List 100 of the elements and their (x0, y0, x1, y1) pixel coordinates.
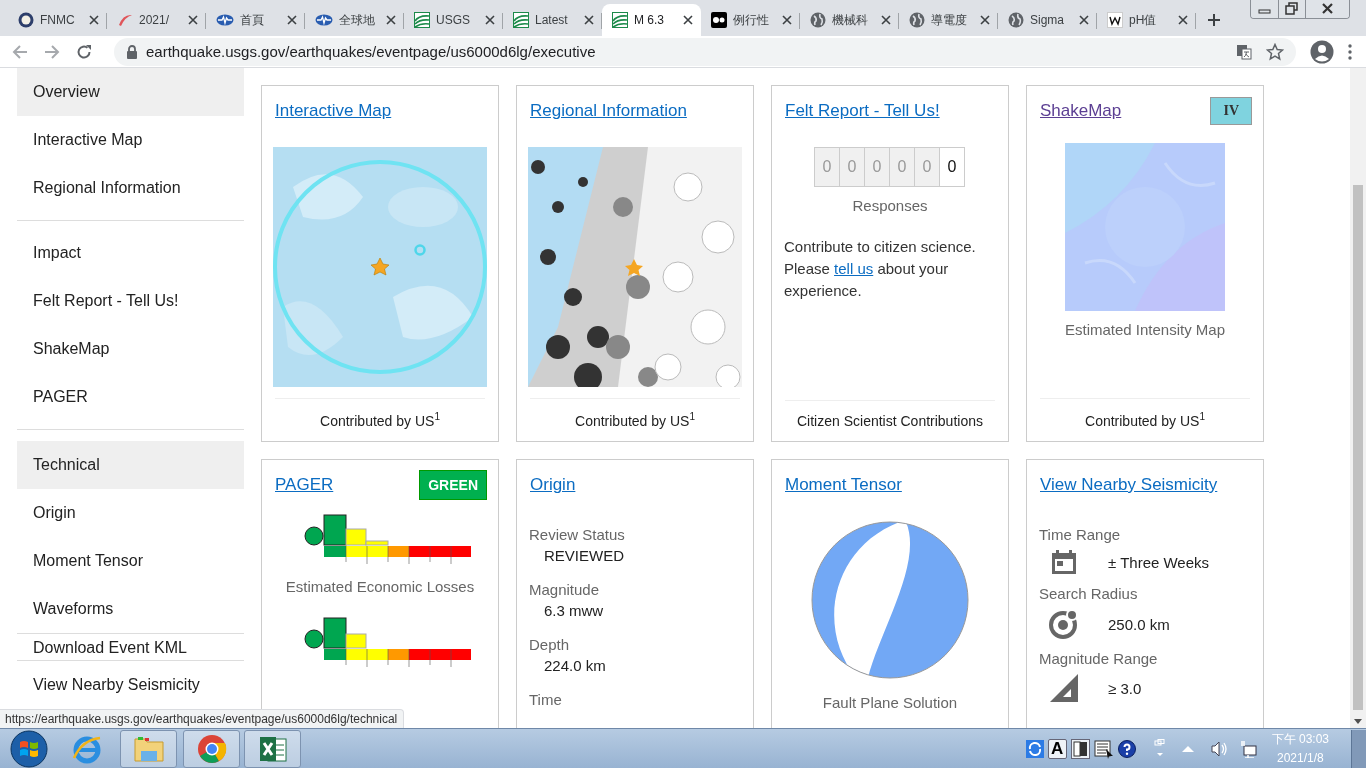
close-icon[interactable] (780, 13, 794, 27)
browser-tab[interactable]: 例行性 (701, 4, 800, 36)
sidebar-item[interactable]: Overview (17, 68, 244, 116)
card-footer: Contributed by US$^{1}$ (530, 398, 740, 441)
sidebar-item[interactable]: Interactive Map (17, 116, 244, 164)
triangle-icon (1049, 673, 1079, 703)
sidebar-item[interactable]: Moment Tensor (17, 537, 244, 585)
close-icon[interactable] (879, 13, 893, 27)
browser-tab[interactable]: FNMC (8, 4, 107, 36)
waves-icon (612, 12, 628, 28)
description-text: Contribute to citizen science. Please tell us about your experience. (784, 237, 977, 301)
card-title-link[interactable]: Interactive Map (275, 101, 392, 121)
close-icon[interactable] (582, 13, 596, 27)
field-label: Depth (529, 636, 571, 653)
browser-tab[interactable]: Latest (503, 4, 602, 36)
close-icon[interactable] (285, 13, 299, 27)
sidebar-item[interactable]: Origin (17, 489, 244, 537)
show-desktop-button[interactable] (1351, 729, 1366, 768)
menu-icon[interactable] (1348, 43, 1352, 60)
scrollbar-thumb[interactable] (1353, 185, 1363, 710)
sidebar-item[interactable]: Felt Report - Tell Us! (17, 277, 244, 325)
globe-icon (810, 12, 826, 28)
keyboard-menu-icon[interactable] (1093, 738, 1114, 759)
network-icon[interactable] (1239, 739, 1258, 758)
scroll-down-icon[interactable] (1354, 719, 1362, 724)
target-icon (1048, 608, 1080, 640)
translate-icon[interactable] (1236, 43, 1252, 60)
counter-digit: 0 (914, 147, 940, 187)
field-label: Time (529, 691, 563, 708)
close-icon[interactable] (1176, 13, 1190, 27)
page-icon (1107, 12, 1123, 28)
window-switch-icon[interactable] (1153, 738, 1166, 759)
eye-icon (216, 14, 234, 26)
tell-us-link[interactable]: tell us (834, 260, 874, 277)
close-icon[interactable] (87, 13, 101, 27)
eye-icon (315, 14, 333, 26)
browser-tab[interactable]: 機械科 (800, 4, 899, 36)
close-icon[interactable] (1077, 13, 1091, 27)
half-width-icon[interactable] (1070, 738, 1090, 759)
map-caption: Estimated Intensity Map (1063, 321, 1227, 338)
chart-caption: Estimated Economic Losses (284, 578, 476, 595)
counter-digit: 0 (864, 147, 890, 187)
close-icon[interactable] (483, 13, 497, 27)
sidebar-item[interactable]: Impact (17, 229, 244, 277)
counter-digit: 0 (814, 147, 840, 187)
card-title-link[interactable]: Felt Report - Tell Us! (785, 101, 940, 121)
input-mode-indicator[interactable]: A (1047, 738, 1067, 759)
lock-icon (126, 44, 138, 59)
globe-icon (1008, 12, 1024, 28)
chrome-taskbar-icon[interactable] (183, 729, 240, 768)
sidebar-item[interactable]: Regional Information (17, 164, 244, 212)
browser-tab[interactable]: 導電度 (899, 4, 998, 36)
close-icon[interactable] (384, 13, 398, 27)
waves-icon (414, 12, 430, 28)
address-field[interactable]: earthquake.usgs.gov/earthquakes/eventpage/us6000d6lg/executive (114, 37, 1296, 66)
field-value: 6.3 mww (544, 602, 605, 619)
browser-tab[interactable]: 首頁 (206, 4, 305, 36)
close-icon[interactable] (186, 13, 200, 27)
refresh-icon[interactable] (1025, 739, 1044, 758)
card-title-link[interactable]: Origin (530, 475, 576, 495)
field-label: Magnitude (529, 581, 601, 598)
sidebar-item[interactable]: ShakeMap (17, 325, 244, 373)
reload-icon[interactable] (76, 43, 92, 60)
browser-tab[interactable]: 2021/ (107, 4, 206, 36)
counter-caption: Responses (851, 197, 929, 214)
star-icon[interactable] (1266, 42, 1284, 61)
close-icon[interactable] (978, 13, 992, 27)
card-title-link[interactable]: View Nearby Seismicity (1040, 475, 1218, 495)
beachball-caption: Fault Plane Solution (821, 694, 959, 711)
card-title-link[interactable]: Moment Tensor (785, 475, 902, 495)
close-icon[interactable] (681, 13, 695, 27)
sidebar-item[interactable]: Download Event KML (17, 636, 244, 660)
sidebar-item[interactable]: Waveforms (17, 585, 244, 633)
card-title-link[interactable]: Regional Information (530, 101, 687, 121)
browser-tab[interactable]: M 6.3 (602, 4, 701, 36)
browser-tab[interactable]: pH值 (1097, 4, 1196, 36)
globe-icon (909, 12, 925, 28)
card-title-link[interactable]: ShakeMap (1040, 101, 1122, 121)
sidebar-item[interactable]: Technical (17, 441, 244, 489)
card-footer: Contributed by US$^{1}$ (275, 398, 485, 441)
counter-digit: 0 (839, 147, 865, 187)
browser-tab[interactable]: Sigma (998, 4, 1097, 36)
browser-tab[interactable]: USGS (404, 4, 503, 36)
calendar-icon (1051, 549, 1077, 575)
spreadsheet-taskbar-icon[interactable] (244, 729, 301, 768)
alert-level-badge: GREEN (419, 470, 487, 500)
card-footer: Contributed by US$^{1}$ (1040, 398, 1250, 441)
counter-digit: 0 (889, 147, 915, 187)
help-icon[interactable] (1117, 739, 1136, 758)
close-icon[interactable] (1305, 0, 1349, 18)
sidebar-item[interactable]: View Nearby Seismicity (17, 661, 244, 709)
new-tab-icon[interactable] (1206, 12, 1222, 28)
field-label: Review Status (529, 526, 626, 543)
profile-icon[interactable] (1310, 39, 1334, 64)
sidebar-item[interactable]: PAGER (17, 373, 244, 421)
field-value: ≥ 3.0 (1108, 679, 1142, 697)
speaker-icon[interactable] (1209, 739, 1228, 758)
browser-tab[interactable]: 全球地 (305, 4, 404, 36)
card-title-link[interactable]: PAGER (275, 475, 334, 495)
field-value: 250.0 km (1108, 615, 1170, 633)
